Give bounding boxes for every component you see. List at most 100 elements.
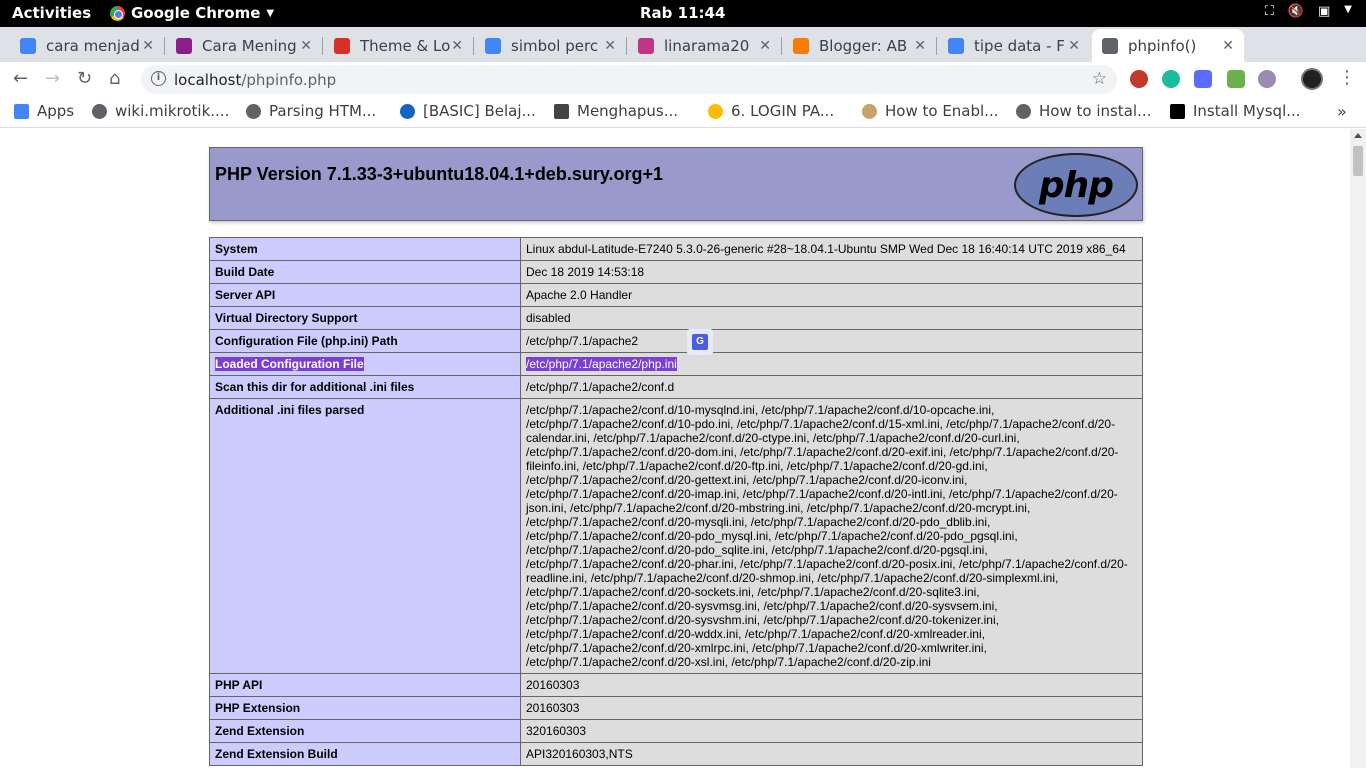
tab[interactable]: google-icon simbol perc ✕ <box>475 29 626 62</box>
row-value: 20160303 <box>520 673 1143 697</box>
tab[interactable]: globe-icon phpinfo() ✕ <box>1092 29 1244 62</box>
row-key: Scan this dir for additional .ini files <box>209 375 521 399</box>
row-key-text: Configuration File (php.ini) Path <box>215 334 398 348</box>
tab-favicon: google-icon <box>485 37 501 54</box>
bookmark-label: Parsing HTM... <box>269 102 377 120</box>
site-info-icon[interactable]: i <box>151 71 166 86</box>
clock[interactable]: Rab 11:44 <box>640 4 725 22</box>
row-key: System <box>209 237 521 261</box>
url-host: localhost <box>174 71 242 89</box>
row-key: Zend Extension <box>209 719 521 743</box>
row-key-text: Additional .ini files parsed <box>215 403 365 417</box>
address-bar[interactable]: i localhost/phpinfo.php ☆ <box>141 65 1117 94</box>
tab-close-icon[interactable]: ✕ <box>1222 38 1234 54</box>
row-key-text: Build Date <box>215 265 275 279</box>
tab-close-icon[interactable]: ✕ <box>604 38 616 54</box>
battery-icon: ▣ <box>1318 4 1331 19</box>
bookmark-item[interactable]: Apps <box>14 102 74 120</box>
row-key: Build Date <box>209 260 521 284</box>
tab-favicon: h-icon <box>176 37 192 54</box>
tab-title: Blogger: AB <box>819 36 908 55</box>
bookmarks-overflow-icon[interactable]: » <box>1337 102 1347 121</box>
row-value-text: /etc/php/7.1/apache2 <box>526 334 639 348</box>
bookmark-item[interactable]: How to instal... <box>1016 102 1151 120</box>
system-tray[interactable]: ⛶ 🔇 ▣ ▼ <box>1265 4 1352 19</box>
tab-favicon: google-icon <box>948 37 964 54</box>
bookmark-item[interactable]: wiki.mikrotik.... <box>92 102 229 120</box>
row-key: Zend Extension Build <box>209 742 521 766</box>
tab-close-icon[interactable]: ✕ <box>451 38 463 54</box>
bookmark-item[interactable]: [BASIC] Belaj... <box>400 102 536 120</box>
row-value: API320160303,NTS <box>520 742 1143 766</box>
row-key: PHP API <box>209 673 521 697</box>
tab[interactable]: notification-icon Theme & Lo✕ <box>324 29 473 62</box>
chevron-down-icon: ▼ <box>1344 4 1352 15</box>
tab[interactable]: h-icon Cara Mening✕ <box>166 29 322 62</box>
phpinfo-header: PHP Version 7.1.33-3+ubuntu18.04.1+deb.s… <box>209 147 1143 221</box>
reload-icon[interactable]: ↻ <box>77 68 92 89</box>
bookmark-item[interactable]: Install Mysql... <box>1170 102 1301 120</box>
tab-close-icon[interactable]: ✕ <box>300 38 312 54</box>
volume-icon: 🔇 <box>1287 4 1304 19</box>
bookmark-label: Install Mysql... <box>1193 102 1301 120</box>
row-key-text: PHP Extension <box>215 701 301 715</box>
tab[interactable]: google-icon tipe data - F✕ <box>938 29 1090 62</box>
scroll-up-arrow-icon[interactable] <box>1354 133 1362 138</box>
avatar-icon <box>862 103 877 119</box>
bookmark-label: Menghapus... <box>577 102 679 120</box>
row-value-text: Dec 18 2019 14:53:18 <box>526 265 645 279</box>
bookmark-item[interactable]: How to Enabl... <box>862 102 999 120</box>
activities-button[interactable]: Activities <box>12 4 91 22</box>
tab-favicon: globe-icon <box>1102 37 1118 54</box>
table-row: Additional .ini files parsed/etc/php/7.1… <box>209 398 1143 674</box>
scrollbar-thumb[interactable] <box>1353 146 1363 176</box>
extension-translate-icon[interactable] <box>1194 70 1212 88</box>
tab[interactable]: google-icon cara menjad✕ <box>10 29 164 62</box>
tab-title: tipe data - F <box>974 36 1065 55</box>
home-icon[interactable]: ⌂ <box>109 68 120 89</box>
extension-bug-icon[interactable] <box>1258 70 1276 88</box>
row-key-text: Scan this dir for additional .ini files <box>215 380 415 394</box>
table-row: Configuration File (php.ini) Path/etc/ph… <box>209 329 1143 353</box>
app-name: Google Chrome <box>131 4 261 22</box>
globe-icon <box>1016 103 1031 119</box>
network-icon: ⛶ <box>1264 4 1274 19</box>
bookmark-label: Apps <box>37 102 75 120</box>
row-value-text: Apache 2.0 Handler <box>526 288 633 302</box>
url-text[interactable]: localhost/phpinfo.php <box>174 71 336 89</box>
system-top-bar: Activities Google Chrome ▼ Rab 11:44 ⛶ 🔇… <box>0 0 1366 27</box>
row-value-text: /etc/php/7.1/apache2/php.ini <box>526 357 677 371</box>
tab-close-icon[interactable]: ✕ <box>1068 38 1080 54</box>
row-value-text: disabled <box>526 311 571 325</box>
bookmark-item[interactable]: Menghapus... <box>554 102 678 120</box>
back-arrow-icon[interactable]: ← <box>13 68 28 89</box>
tab-close-icon[interactable]: ✕ <box>759 38 771 54</box>
bookmark-item[interactable]: Parsing HTM... <box>246 102 376 120</box>
profile-avatar[interactable] <box>1301 68 1323 90</box>
app-menu[interactable]: Google Chrome ▼ <box>110 4 274 22</box>
tab-close-icon[interactable]: ✕ <box>142 38 154 54</box>
row-key: Virtual Directory Support <box>209 306 521 330</box>
tab-close-icon[interactable]: ✕ <box>914 38 926 54</box>
table-row: System Linux abdul-Latitude-E7240 5.3.0-2… <box>209 237 1143 261</box>
tab[interactable]: instagram-icon linarama20 ✕ <box>628 29 781 62</box>
tab-separator <box>626 37 627 55</box>
extension-adblock-icon[interactable] <box>1130 70 1148 88</box>
bookmark-item[interactable]: 6. LOGIN PA... <box>708 102 834 120</box>
tab[interactable]: blogger-icon Blogger: AB ✕ <box>783 29 936 62</box>
table-row: PHP Extension 20160303 <box>209 696 1143 720</box>
extension-evernote-icon[interactable] <box>1227 70 1245 88</box>
table-row: Zend Extension 320160303 <box>209 719 1143 743</box>
forward-arrow-icon[interactable]: → <box>45 68 60 89</box>
tab-favicon: notification-icon <box>334 37 350 54</box>
row-value: /etc/php/7.1/apache2/conf.d/10-mysqlnd.i… <box>520 398 1143 674</box>
row-value-text: Linux abdul-Latitude-E7240 5.3.0-26-gene… <box>526 242 1126 256</box>
vertical-scrollbar[interactable] <box>1350 129 1366 768</box>
bookmark-star-icon[interactable]: ☆ <box>1092 69 1107 89</box>
row-key-text: PHP API <box>215 678 263 692</box>
more-options-icon[interactable]: ⋮ <box>1338 67 1356 88</box>
extension-m-icon[interactable] <box>1162 70 1180 88</box>
row-value-text: /etc/php/7.1/apache2/conf.d/10-mysqlnd.i… <box>526 403 1128 669</box>
google-translate-popup-icon[interactable]: G <box>687 329 713 355</box>
tab-separator <box>164 37 165 55</box>
